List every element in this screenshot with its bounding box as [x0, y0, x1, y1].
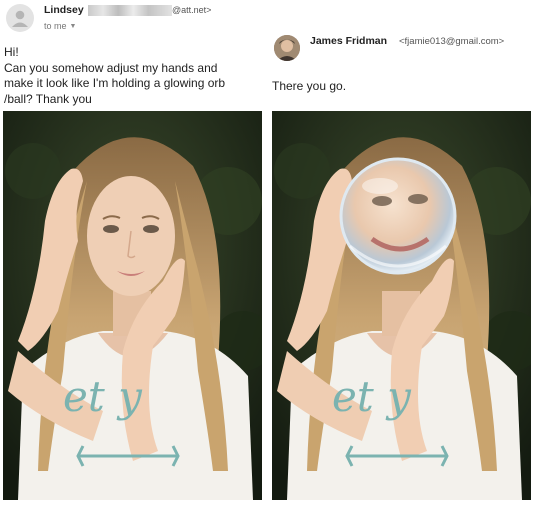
- message-line: Can you somehow adjust my hands and: [4, 60, 218, 75]
- message-line: Hi!: [4, 45, 19, 59]
- default-avatar-icon: [6, 4, 34, 32]
- message-line: make it look like I'm holding a glowing …: [4, 76, 226, 90]
- message-body: Hi! Can you somehow adjust my hands and …: [4, 45, 264, 107]
- recipient-dropdown[interactable]: to me ▼: [44, 21, 76, 31]
- recipient-label: to me: [44, 21, 67, 31]
- shirt-print-text: et y: [332, 372, 412, 421]
- reply-sender-email: <fjamie013@gmail.com>: [399, 36, 505, 47]
- message-line: /ball? Thank you: [4, 91, 92, 106]
- original-email-panel: Lindsey @att.net> to me ▼ Hi! Can you som…: [0, 0, 268, 511]
- original-photo: et y: [3, 111, 262, 500]
- chevron-down-icon: ▼: [69, 23, 77, 30]
- sender-name: Lindsey: [44, 4, 84, 16]
- redacted-email-block: [88, 5, 172, 16]
- sender-avatar: [274, 35, 300, 61]
- sender-email: @att.net>: [172, 5, 212, 15]
- reply-email-panel: James Fridman <fjamie013@gmail.com> Ther…: [268, 0, 539, 511]
- edited-photo: et y: [272, 111, 531, 500]
- reply-body: There you go.: [272, 79, 347, 93]
- reply-sender-name: James Fridman: [310, 35, 388, 47]
- shirt-print-text: et y: [63, 372, 143, 421]
